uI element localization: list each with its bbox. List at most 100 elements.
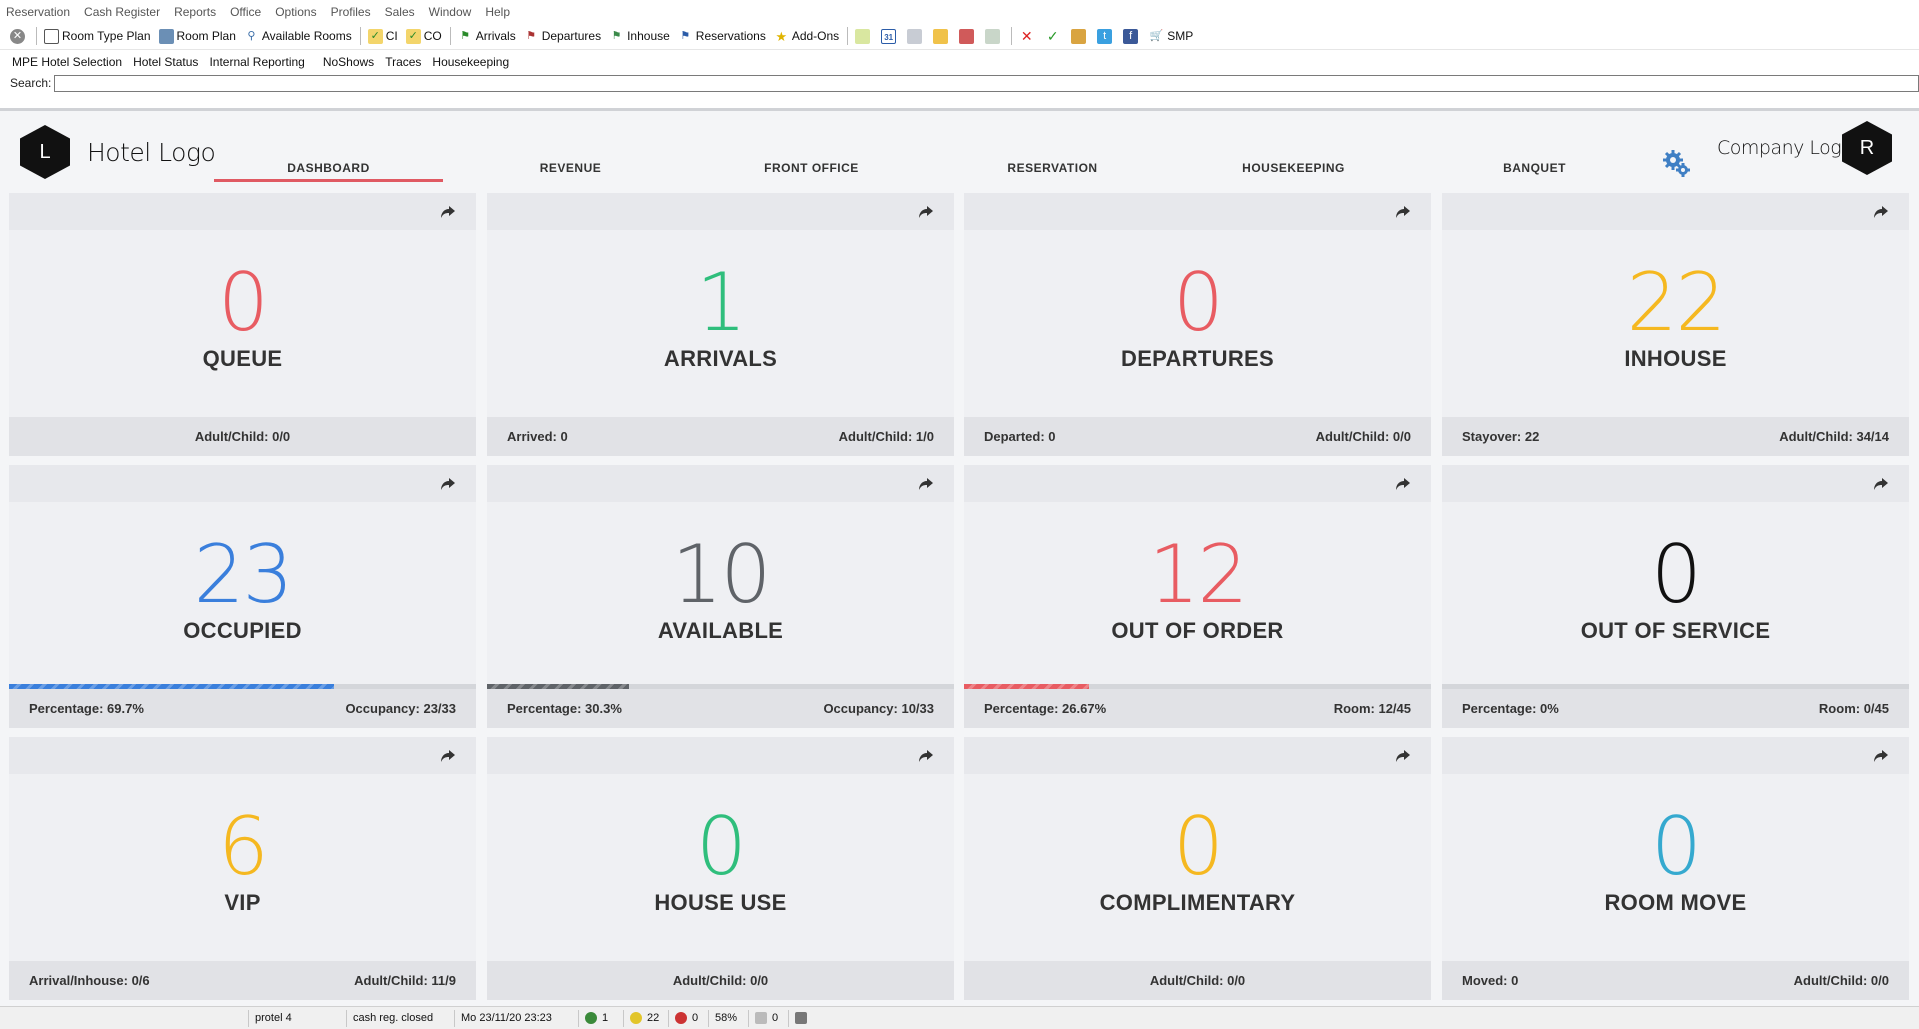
card-available[interactable]: 10 AVAILABLE Percentage: 30.3% Occupancy:… <box>487 465 954 728</box>
subnav-traces[interactable]: Traces <box>385 55 421 69</box>
subnav-hotel-status[interactable]: Hotel Status <box>133 55 198 69</box>
search-label: Search: <box>10 76 52 90</box>
subnav-internal-reporting[interactable]: Internal Reporting <box>209 55 304 69</box>
card-footer: Stayover: 22 Adult/Child: 34/14 <box>1442 417 1909 456</box>
card-departures[interactable]: 0 DEPARTURES Departed: 0 Adult/Child: 0/0 <box>964 193 1431 456</box>
toolbar-separator <box>359 27 361 45</box>
menu-profiles[interactable]: Profiles <box>331 5 371 19</box>
calendar-button[interactable]: 31 <box>881 28 899 44</box>
tab-revenue[interactable]: REVENUE <box>456 161 685 175</box>
card-room-move[interactable]: 0 ROOM MOVE Moved: 0 Adult/Child: 0/0 <box>1442 737 1909 1000</box>
menu-office[interactable]: Office <box>230 5 261 19</box>
printer-button[interactable] <box>907 28 925 44</box>
chart-button[interactable] <box>985 28 1003 44</box>
settings-gear-icon[interactable] <box>1662 149 1692 179</box>
room-type-plan-button[interactable]: Room Type Plan <box>44 28 151 44</box>
share-arrow-icon[interactable] <box>918 204 934 220</box>
status-count-1: 1 <box>602 1012 609 1024</box>
card-label: COMPLIMENTARY <box>1099 890 1296 915</box>
star-icon: ★ <box>775 28 788 44</box>
status-datetime: Mo 23/11/20 23:23 <box>454 1009 578 1027</box>
card-label: ARRIVALS <box>663 346 778 371</box>
reservations-button[interactable]: ⚑ Reservations <box>678 29 765 44</box>
card-footer: Adult/Child: 0/0 <box>964 961 1431 1000</box>
subnav-housekeeping[interactable]: Housekeeping <box>432 55 509 69</box>
smp-button[interactable]: 🛒 SMP <box>1149 29 1193 44</box>
card-value: 12 <box>1148 528 1249 621</box>
card-header <box>964 737 1431 774</box>
tab-front-office[interactable]: FRONT OFFICE <box>697 161 926 175</box>
cancel-button[interactable]: ✕ <box>1019 28 1037 44</box>
menu-sales[interactable]: Sales <box>385 5 415 19</box>
departures-button[interactable]: ⚑ Departures <box>524 29 601 44</box>
share-arrow-icon[interactable] <box>918 476 934 492</box>
twitter-button[interactable]: t <box>1097 28 1115 44</box>
card-queue[interactable]: 0 QUEUE Adult/Child: 0/0 <box>9 193 476 456</box>
menu-options[interactable]: Options <box>275 5 316 19</box>
room-plan-icon <box>158 28 174 44</box>
notes-button[interactable] <box>855 28 873 44</box>
subnav-noshows[interactable]: NoShows <box>323 55 374 69</box>
menu-reports[interactable]: Reports <box>174 5 216 19</box>
room-plan-button[interactable]: Room Plan <box>158 28 236 44</box>
search-input[interactable] <box>54 74 1919 92</box>
toolbar-separator <box>449 27 451 45</box>
card-header <box>1442 193 1909 230</box>
tab-banquet[interactable]: BANQUET <box>1420 161 1649 175</box>
message-icon <box>755 1012 767 1024</box>
toolbar-separator <box>847 27 849 45</box>
room-type-plan-label: Room Type Plan <box>62 29 151 43</box>
card-complimentary[interactable]: 0 COMPLIMENTARY Adult/Child: 0/0 <box>964 737 1431 1000</box>
edit-icon <box>933 28 949 44</box>
tab-dashboard[interactable]: DASHBOARD <box>214 161 443 175</box>
menu-help[interactable]: Help <box>485 5 510 19</box>
card-value: 0 <box>218 256 269 349</box>
share-arrow-icon[interactable] <box>1395 204 1411 220</box>
share-arrow-icon[interactable] <box>918 748 934 764</box>
card-arrivals[interactable]: 1 ARRIVALS Arrived: 0 Adult/Child: 1/0 <box>487 193 954 456</box>
arrivals-button[interactable]: ⚑ Arrivals <box>458 29 515 44</box>
card-house-use[interactable]: 0 HOUSE USE Adult/Child: 0/0 <box>487 737 954 1000</box>
available-rooms-button[interactable]: ⚲ Available Rooms <box>244 29 351 44</box>
check-out-button[interactable]: ✓ CO <box>405 28 442 44</box>
share-arrow-icon[interactable] <box>440 204 456 220</box>
hotel-logo-badge: L <box>20 125 70 179</box>
share-arrow-icon[interactable] <box>440 748 456 764</box>
edit-button[interactable] <box>933 28 951 44</box>
cart-icon: 🛒 <box>1149 29 1164 42</box>
tab-housekeeping[interactable]: HOUSEKEEPING <box>1179 161 1408 175</box>
check-in-button[interactable]: ✓ CI <box>367 28 398 44</box>
share-arrow-icon[interactable] <box>1873 748 1889 764</box>
menu-reservation[interactable]: Reservation <box>6 5 70 19</box>
inhouse-button[interactable]: ⚑ Inhouse <box>609 29 670 44</box>
close-button[interactable]: ✕ <box>10 28 28 44</box>
card-out-of-order[interactable]: 12 OUT OF ORDER Percentage: 26.67% Room: … <box>964 465 1431 728</box>
confirm-button[interactable]: ✓ <box>1045 27 1063 44</box>
menu-cash-register[interactable]: Cash Register <box>84 5 160 19</box>
green-check-icon: ✓ <box>1046 27 1059 44</box>
footer-left: Arrived: 0 <box>507 429 568 444</box>
card-inhouse[interactable]: 22 INHOUSE Stayover: 22 Adult/Child: 34/1… <box>1442 193 1909 456</box>
gift-button[interactable] <box>1071 28 1089 44</box>
sub-navigation: MPE Hotel Selection Hotel Status Interna… <box>0 50 1919 73</box>
share-arrow-icon[interactable] <box>1395 476 1411 492</box>
image-button[interactable] <box>959 28 977 44</box>
card-value: 6 <box>218 800 269 893</box>
tab-reservation[interactable]: RESERVATION <box>938 161 1167 175</box>
footer-right: Room: 12/45 <box>1333 701 1411 716</box>
card-header <box>9 465 476 502</box>
card-footer: Percentage: 0% Room: 0/45 <box>1442 689 1909 728</box>
add-ons-button[interactable]: ★ Add-Ons <box>774 28 840 44</box>
share-arrow-icon[interactable] <box>440 476 456 492</box>
subnav-mpe-hotel-selection[interactable]: MPE Hotel Selection <box>12 55 122 69</box>
share-arrow-icon[interactable] <box>1873 476 1889 492</box>
menu-window[interactable]: Window <box>429 5 472 19</box>
share-arrow-icon[interactable] <box>1395 748 1411 764</box>
card-vip[interactable]: 6 VIP Arrival/Inhouse: 0/6 Adult/Child: 1… <box>9 737 476 1000</box>
facebook-button[interactable]: f <box>1123 28 1141 44</box>
card-value: 22 <box>1626 256 1727 349</box>
card-out-of-service[interactable]: 0 OUT OF SERVICE Percentage: 0% Room: 0/4… <box>1442 465 1909 728</box>
share-arrow-icon[interactable] <box>1873 204 1889 220</box>
card-occupied[interactable]: 23 OCCUPIED Percentage: 69.7% Occupancy: … <box>9 465 476 728</box>
footer-left: Percentage: 30.3% <box>507 701 622 716</box>
